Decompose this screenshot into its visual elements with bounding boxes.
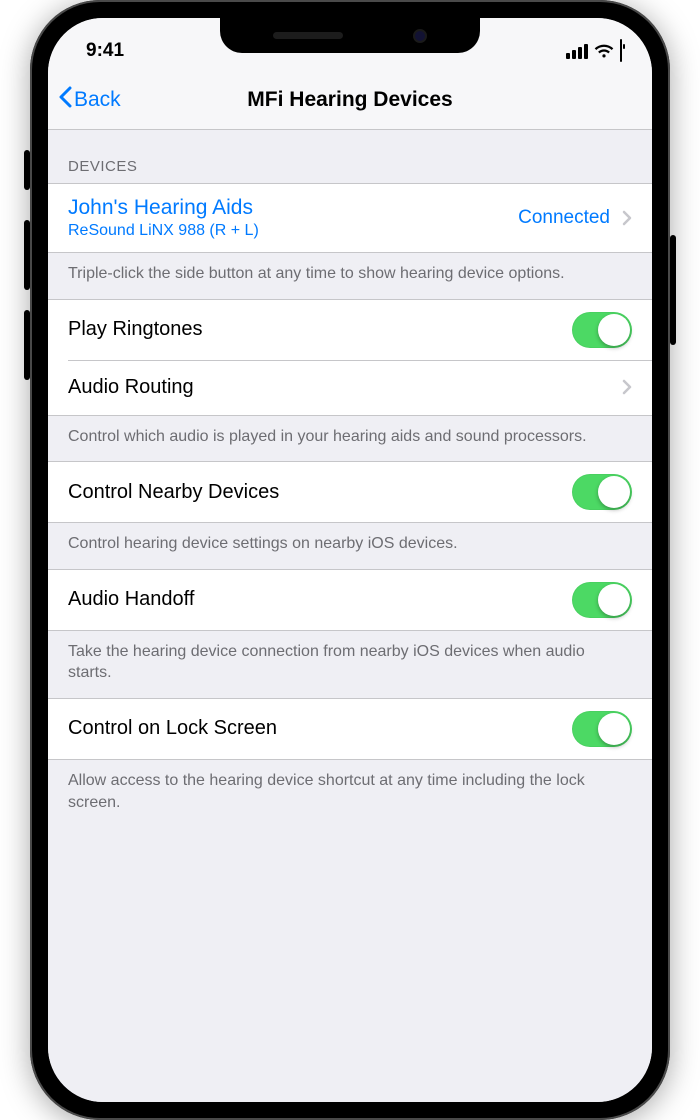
audio-routing-row[interactable]: Audio Routing [48,360,652,415]
control-nearby-footer: Control hearing device settings on nearb… [48,523,652,569]
wifi-icon [594,44,614,59]
speaker-grille [273,32,343,39]
notch [220,18,480,53]
control-lock-toggle[interactable] [572,711,632,747]
chevron-right-icon [622,379,632,395]
volume-up-button [24,220,30,290]
control-nearby-row: Control Nearby Devices [48,462,652,522]
nav-bar: Back MFi Hearing Devices [48,70,652,130]
control-nearby-toggle[interactable] [572,474,632,510]
mute-switch [24,150,30,190]
control-lock-label: Control on Lock Screen [68,717,277,740]
chevron-right-icon [622,210,632,226]
audio-handoff-toggle[interactable] [572,582,632,618]
screen: 9:41 Back MFi Hearing Devi [48,18,652,1102]
device-status: Connected [518,207,610,229]
volume-down-button [24,310,30,380]
play-ringtones-toggle[interactable] [572,312,632,348]
side-button [670,235,676,345]
hearing-device-row[interactable]: John's Hearing Aids ReSound LiNX 988 (R … [48,184,652,252]
status-time: 9:41 [86,40,124,62]
control-nearby-label: Control Nearby Devices [68,481,279,504]
device-detail: ReSound LiNX 988 (R + L) [68,222,259,240]
back-label: Back [74,88,121,112]
settings-content[interactable]: Devices John's Hearing Aids ReSound LiNX… [48,130,652,1102]
chevron-left-icon [58,86,72,114]
phone-frame: 9:41 Back MFi Hearing Devi [30,0,670,1120]
page-title: MFi Hearing Devices [48,88,652,112]
devices-section-header: Devices [48,130,652,183]
play-ringtones-row: Play Ringtones [48,300,652,360]
control-lock-row: Control on Lock Screen [48,699,652,759]
control-lock-footer: Allow access to the hearing device short… [48,760,652,827]
battery-icon [620,40,622,62]
device-name: John's Hearing Aids [68,196,259,220]
audio-handoff-footer: Take the hearing device connection from … [48,631,652,698]
back-button[interactable]: Back [58,86,121,114]
audio-handoff-label: Audio Handoff [68,588,194,611]
audio-routing-footer: Control which audio is played in your he… [48,416,652,462]
audio-routing-label: Audio Routing [68,376,194,399]
devices-section-footer: Triple-click the side button at any time… [48,253,652,299]
audio-handoff-row: Audio Handoff [48,570,652,630]
front-camera [413,29,427,43]
cellular-signal-icon [566,44,588,59]
play-ringtones-label: Play Ringtones [68,318,203,341]
